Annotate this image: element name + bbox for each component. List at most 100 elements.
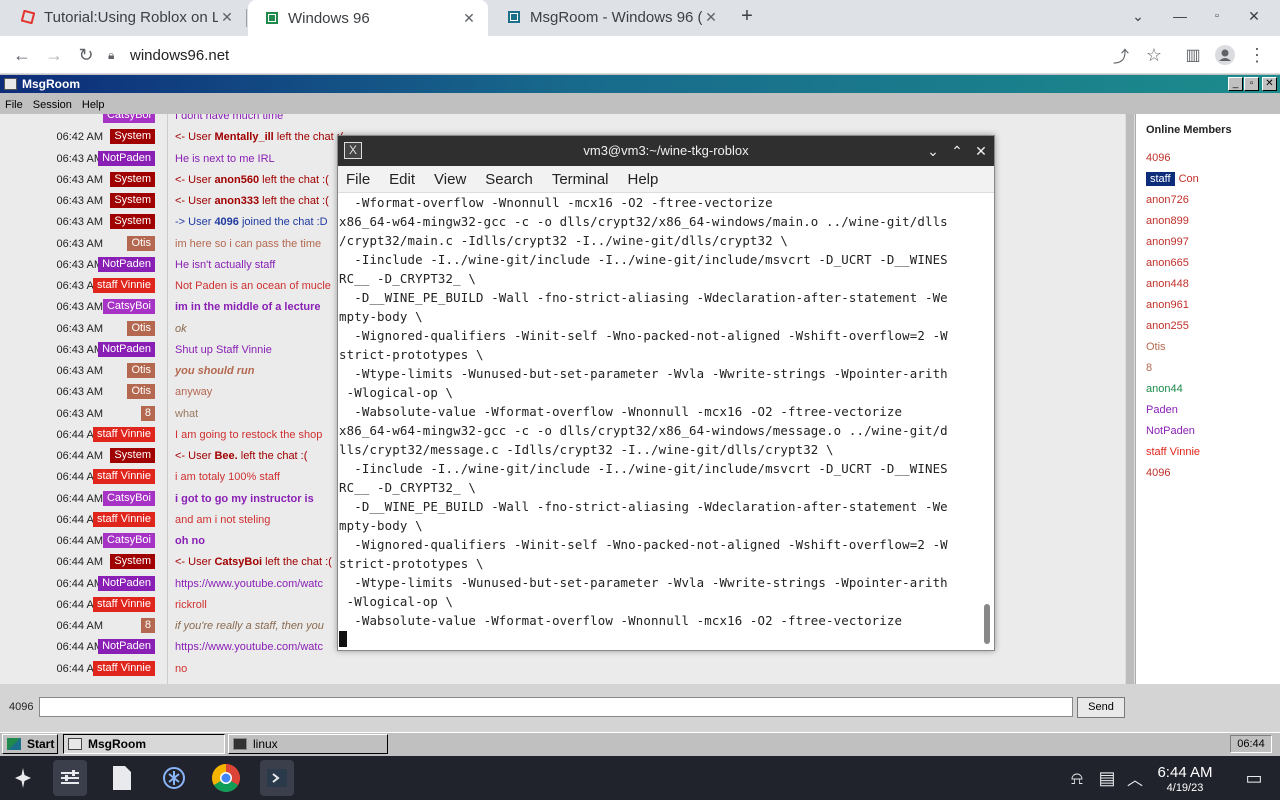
user-badge[interactable]: NotPaden	[98, 256, 155, 272]
address-bar[interactable]: 🔒︎ windows96.net	[108, 40, 1108, 70]
file-icon[interactable]	[105, 760, 139, 796]
user-badge[interactable]: System	[110, 129, 155, 145]
chevron-up-icon[interactable]: ︿	[1118, 760, 1152, 796]
task-linux[interactable]: linux	[228, 734, 388, 754]
member-item[interactable]: 4096	[1146, 152, 1170, 164]
start-button[interactable]: Start	[2, 734, 58, 754]
menu-help[interactable]: Help	[628, 171, 659, 188]
send-button[interactable]: Send	[1077, 697, 1125, 718]
user-badge[interactable]: NotPaden	[98, 341, 155, 357]
user-badge[interactable]: 8	[140, 405, 155, 421]
close-icon[interactable]: ✕	[970, 136, 992, 166]
user-badge[interactable]: System	[110, 193, 155, 208]
member-item[interactable]: staff Con	[1146, 172, 1199, 186]
bookmark-star-icon[interactable]: ☆	[1141, 42, 1167, 68]
member-item[interactable]: NotPaden	[1146, 425, 1195, 437]
tab-windows96[interactable]: Windows 96 ✕	[248, 0, 488, 36]
member-item[interactable]: anon899	[1146, 215, 1189, 227]
close-window-button[interactable]: ✕	[1244, 8, 1264, 25]
member-item[interactable]: 4096	[1146, 467, 1170, 479]
menu-help[interactable]: Help	[82, 99, 105, 111]
back-arrow-icon[interactable]: ←	[9, 42, 35, 68]
tab-msgroom[interactable]: MsgRoom - Windows 96 ( ✕	[490, 0, 730, 34]
user-badge[interactable]: System	[110, 214, 155, 230]
user-badge[interactable]: Otis	[127, 363, 155, 378]
user-badge[interactable]: CatsyBoi	[102, 490, 155, 506]
menu-view[interactable]: View	[434, 171, 466, 188]
side-panel-icon[interactable]: ▥	[1180, 42, 1206, 68]
user-badge[interactable]: NotPaden	[98, 639, 155, 655]
member-item[interactable]: anon255	[1146, 320, 1189, 332]
share-icon[interactable]: ⤴	[1108, 42, 1134, 68]
member-item[interactable]: anon665	[1146, 257, 1189, 269]
minimize-button[interactable]: —	[1170, 8, 1190, 24]
new-tab-button[interactable]: +	[737, 5, 757, 28]
user-badge[interactable]: NotPaden	[98, 575, 155, 591]
terminal-app-icon[interactable]	[260, 760, 294, 796]
chevron-up-icon[interactable]: ⌃	[946, 136, 968, 166]
menu-edit[interactable]: Edit	[389, 171, 415, 188]
terminal-prompt-line[interactable]	[339, 630, 982, 649]
chevron-down-icon[interactable]: ⌄	[922, 136, 944, 166]
user-badge[interactable]: System	[110, 554, 155, 570]
menu-search[interactable]: Search	[485, 171, 533, 188]
launcher-icon[interactable]	[6, 760, 40, 796]
maximize-button[interactable]: ▫	[1244, 77, 1259, 91]
scrollbar-thumb[interactable]	[1126, 114, 1134, 684]
scrollbar-thumb[interactable]	[984, 604, 990, 644]
minimize-button[interactable]: _	[1228, 77, 1243, 91]
chat-scrollbar[interactable]	[1125, 114, 1135, 684]
menu-session[interactable]: Session	[33, 99, 72, 111]
user-badge[interactable]: staff Vinnie	[92, 278, 155, 293]
reload-icon[interactable]: ↻	[73, 42, 99, 68]
user-badge[interactable]: Otis	[127, 320, 155, 336]
user-badge[interactable]: CatsyBoi	[102, 114, 155, 123]
member-item[interactable]: anon44	[1146, 383, 1183, 395]
terminal-output[interactable]: -Wformat-overflow -Wnonnull -mcx16 -O2 -…	[339, 193, 982, 649]
shelf-date[interactable]: 4/19/23	[1150, 782, 1220, 794]
menu-terminal[interactable]: Terminal	[552, 171, 609, 188]
member-item[interactable]: anon448	[1146, 278, 1189, 290]
user-badge[interactable]: staff Vinnie	[92, 426, 155, 442]
more-menu-icon[interactable]: ⋮	[1244, 42, 1270, 68]
close-icon[interactable]: ✕	[218, 9, 236, 26]
user-badge[interactable]: staff Vinnie	[92, 469, 155, 485]
notification-icon[interactable]: ⍾	[1060, 760, 1094, 796]
user-badge[interactable]: System	[110, 448, 155, 463]
chrome-icon[interactable]	[209, 760, 243, 796]
user-badge[interactable]: 8	[140, 618, 155, 633]
user-badge[interactable]: CatsyBoi	[102, 299, 155, 315]
message-input[interactable]	[39, 697, 1073, 717]
user-badge[interactable]: System	[110, 171, 155, 187]
member-item[interactable]: 8	[1146, 362, 1152, 374]
close-button[interactable]: ✕	[1262, 77, 1277, 91]
terminal-window[interactable]: X vm3@vm3:~/wine-tkg-roblox ⌄ ⌃ ✕ File E…	[337, 135, 995, 651]
terminal-titlebar[interactable]: X vm3@vm3:~/wine-tkg-roblox ⌄ ⌃ ✕	[338, 136, 994, 166]
maximize-button[interactable]: ▫	[1207, 10, 1227, 22]
user-badge[interactable]: CatsyBoi	[102, 533, 155, 548]
user-badge[interactable]: staff Vinnie	[92, 511, 155, 527]
profile-avatar-icon[interactable]	[1212, 42, 1238, 68]
member-item[interactable]: staff Vinnie	[1146, 446, 1200, 458]
member-item[interactable]: anon726	[1146, 194, 1189, 206]
member-item[interactable]: anon997	[1146, 236, 1189, 248]
menu-file[interactable]: File	[346, 171, 370, 188]
member-item[interactable]: Paden	[1146, 404, 1178, 416]
close-icon[interactable]: ✕	[702, 9, 720, 26]
user-badge[interactable]: staff Vinnie	[92, 596, 155, 612]
menu-file[interactable]: File	[5, 99, 23, 111]
member-item[interactable]: Otis	[1146, 341, 1166, 353]
overview-icon[interactable]: ▭	[1237, 760, 1271, 796]
settings-sliders-icon[interactable]	[53, 760, 87, 796]
tab-search-icon[interactable]: ⌄	[1128, 8, 1148, 25]
app-flower-icon[interactable]	[157, 760, 191, 796]
user-badge[interactable]: staff Vinnie	[92, 660, 155, 676]
shelf-clock[interactable]: 6:44 AM	[1150, 764, 1220, 781]
user-badge[interactable]: NotPaden	[98, 150, 155, 166]
member-item[interactable]: anon961	[1146, 299, 1189, 311]
terminal-scrollbar[interactable]	[984, 194, 992, 648]
user-badge[interactable]: Otis	[127, 235, 155, 251]
task-msgroom[interactable]: MsgRoom	[63, 734, 225, 754]
close-icon[interactable]: ✕	[460, 10, 478, 27]
forward-arrow-icon[interactable]: →	[41, 42, 67, 68]
